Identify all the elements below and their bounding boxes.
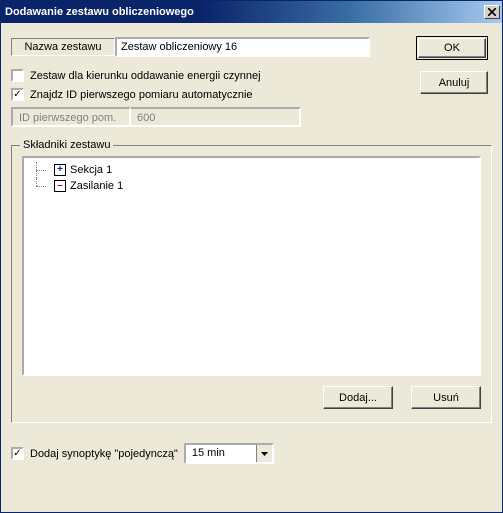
tree-item-label: Sekcja 1 <box>70 164 112 176</box>
ok-button[interactable]: OK <box>418 38 486 58</box>
titlebar: Dodawanie zestawu obliczeniowego <box>1 1 502 23</box>
components-groupbox: Składniki zestawu + Sekcja 1 – Zasilanie… <box>11 145 492 423</box>
tree-item[interactable]: + Sekcja 1 <box>26 162 477 178</box>
cancel-button[interactable]: Anuluj <box>420 71 488 94</box>
autoid-checkbox-label: Znajdz ID pierwszego pomiaru automatyczn… <box>30 89 253 101</box>
synoptic-checkbox[interactable]: ✓ Dodaj synoptykę "pojedynczą" <box>11 447 178 460</box>
expand-icon: + <box>54 164 66 176</box>
name-label: Nazwa zestawu <box>11 38 115 56</box>
tree-item[interactable]: – Zasilanie 1 <box>26 178 477 194</box>
interval-value: 15 min <box>186 445 256 462</box>
close-button[interactable] <box>484 5 500 19</box>
combo-button[interactable] <box>256 445 272 462</box>
groupbox-legend: Składniki zestawu <box>20 139 113 151</box>
tree-item-label: Zasilanie 1 <box>70 180 123 192</box>
components-tree[interactable]: + Sekcja 1 – Zasilanie 1 <box>22 156 481 376</box>
add-button[interactable]: Dodaj... <box>323 386 393 409</box>
first-id-row: ID pierwszego pom. 600 <box>11 107 492 127</box>
direction-checkbox-label: Zestaw dla kierunku oddawanie energii cz… <box>30 70 261 82</box>
chevron-down-icon <box>261 452 268 456</box>
dialog-content: OK Anuluj Nazwa zestawu Zestaw dla kieru… <box>1 23 502 512</box>
tree-connector-icon <box>30 162 50 178</box>
delete-button[interactable]: Usuń <box>411 386 481 409</box>
close-icon <box>488 8 496 16</box>
name-input[interactable] <box>115 37 370 57</box>
checkbox-icon: ✓ <box>11 447 24 460</box>
synoptic-row: ✓ Dodaj synoptykę "pojedynczą" 15 min <box>11 443 492 464</box>
interval-combo[interactable]: 15 min <box>184 443 274 464</box>
checkbox-icon: ✓ <box>11 88 24 101</box>
tree-connector-icon <box>30 178 50 194</box>
first-id-label: ID pierwszego pom. <box>11 107 131 127</box>
synoptic-label: Dodaj synoptykę "pojedynczą" <box>30 448 178 460</box>
checkbox-icon <box>11 69 24 82</box>
collapse-icon: – <box>54 180 66 192</box>
dialog-window: Dodawanie zestawu obliczeniowego OK Anul… <box>0 0 503 513</box>
first-id-value: 600 <box>131 107 301 127</box>
group-buttons: Dodaj... Usuń <box>22 386 481 409</box>
window-title: Dodawanie zestawu obliczeniowego <box>5 6 484 18</box>
